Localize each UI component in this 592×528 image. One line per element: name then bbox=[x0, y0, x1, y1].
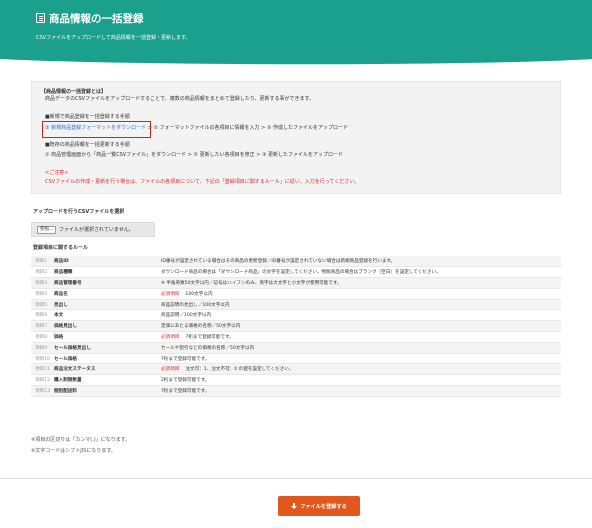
rules-heading: 登録項目に関するルール bbox=[33, 245, 89, 251]
info-intro: 商品データのCSVファイルをアップロードすることで、複数の商品情報をまとめて登録… bbox=[45, 96, 315, 102]
file-input[interactable]: 参照... ファイルが選択されていません。 bbox=[31, 222, 155, 237]
rule-description-cell: ダウンロード商品の場合は「ダウンロード商品」の文字を設定してください。物販商品の… bbox=[161, 266, 561, 279]
rule-number: 項目5 bbox=[31, 299, 54, 311]
rule-number: 項目7 bbox=[31, 320, 54, 333]
existing-procedure-steps: ① 商品管理画面から「商品一覧CSVファイル」をダウンロード > ② 更新したい… bbox=[45, 152, 344, 158]
footer-divider bbox=[0, 478, 592, 479]
rule-number: 項目11 bbox=[31, 363, 54, 376]
rule-description-cell: 2桁まで登録可能です。 bbox=[161, 374, 561, 387]
rule-description-cell: 7桁まで登録可能です。 bbox=[161, 385, 561, 397]
rule-description: 7桁まで登録可能です。 bbox=[161, 356, 210, 362]
rule-description-cell: セールや割引などの価格の名称／50文字以内 bbox=[161, 342, 561, 354]
rule-number: 項目4 bbox=[31, 288, 54, 300]
rule-description-cell: ※ 半角英数50文字以内／記号はハイフンのみ、英字は大文字と小文字が使用可能です… bbox=[161, 277, 561, 289]
new-procedure-next-steps: > ② フォーマットファイルの各項目に情報を入力 > ③ 作成したファイルをアッ… bbox=[147, 125, 348, 131]
rule-description: 商品説明の見出し／100文字以内 bbox=[161, 302, 230, 308]
caution-heading: <ご注意> bbox=[45, 170, 69, 176]
encoding-note: ※文字コードはシフトJISになります。 bbox=[31, 448, 116, 454]
browse-button[interactable]: 参照... bbox=[37, 226, 56, 234]
rule-description: 7桁まで登録可能です。 bbox=[185, 334, 234, 340]
rule-description: ※ 半角英数50文字以内／記号はハイフンのみ、英字は大文字と小文字が使用可能です… bbox=[161, 280, 342, 286]
rule-number: 項目8 bbox=[31, 331, 54, 343]
upload-label: アップロードを行うCSVファイルを選択 bbox=[33, 209, 125, 215]
rule-number: 項目9 bbox=[31, 342, 54, 354]
header-wave-divider bbox=[0, 56, 592, 66]
table-row: 項目1 商品ID ID番号が設定されている場合はその商品の更新登録／ID番号が設定さ… bbox=[31, 256, 561, 268]
rule-field-name: 商品名 bbox=[54, 288, 161, 300]
rule-description-cell: ID番号が設定されている場合はその商品の更新登録／ID番号が設定されていない場合… bbox=[161, 256, 561, 268]
rule-field-name: 本文 bbox=[54, 309, 161, 322]
table-row: 項目9 セール価格見出し セールや割引などの価格の名称／50文字以内 bbox=[31, 342, 561, 354]
file-status: ファイルが選択されていません。 bbox=[59, 227, 134, 233]
rule-field-name: 商品種類 bbox=[54, 266, 161, 279]
required-badge: 必須項目 bbox=[161, 291, 180, 297]
page-title: 商品情報の一括登録 bbox=[49, 13, 144, 25]
rule-field-name: 価格見出し bbox=[54, 320, 161, 333]
table-row: 項目4 商品名 必須項目 100文字以内 bbox=[31, 288, 561, 300]
rule-description-cell: 商品説明の見出し／100文字以内 bbox=[161, 299, 561, 311]
rule-description: ID番号が設定されている場合はその商品の更新登録／ID番号が設定されていない場合… bbox=[161, 259, 396, 265]
rule-number: 項目2 bbox=[31, 266, 54, 279]
rule-description: 注文可：1、注文不可：0 の値を設定してください。 bbox=[185, 367, 294, 373]
rule-description: 定価にあたる価格の名称／50文字以内 bbox=[161, 324, 241, 330]
rule-description-cell: 必須項目 注文可：1、注文不可：0 の値を設定してください。 bbox=[161, 363, 561, 376]
rule-description: 7桁まで登録可能です。 bbox=[161, 388, 210, 394]
table-row: 項目8 価格 必須項目 7桁まで登録可能です。 bbox=[31, 331, 561, 343]
new-procedure-heading: ■新規で商品登録を一括登録する手順 bbox=[45, 114, 130, 120]
required-badge: 必須項目 bbox=[161, 367, 180, 373]
rule-field-name: 商品ID bbox=[54, 256, 161, 268]
rule-field-name: 商品注文ステータス bbox=[54, 363, 161, 376]
rules-table: 項目1 商品ID ID番号が設定されている場合はその商品の更新登録／ID番号が設定さ… bbox=[31, 256, 561, 397]
page-header: 商品情報の一括登録 CSVファイルをアップロードして商品情報を一括登録・更新しま… bbox=[0, 0, 592, 66]
rule-field-name: 見出し bbox=[54, 299, 161, 311]
table-row: 項目7 価格見出し 定価にあたる価格の名称／50文字以内 bbox=[31, 320, 561, 333]
caution-text: CSVファイルの作成・更新を行う場合は、ファイルの各項目について、下記の「登録項… bbox=[45, 179, 360, 185]
rule-description: 2桁まで登録可能です。 bbox=[161, 378, 210, 384]
rule-description-cell: 必須項目 100文字以内 bbox=[161, 288, 561, 300]
submit-file-button[interactable]: ファイルを登録する bbox=[278, 496, 360, 516]
rule-description-cell: 必須項目 7桁まで登録可能です。 bbox=[161, 331, 561, 343]
rule-number: 項目6 bbox=[31, 309, 54, 322]
table-row: 項目12 購入制限数量 2桁まで登録可能です。 bbox=[31, 374, 561, 387]
table-row: 項目5 見出し 商品説明の見出し／100文字以内 bbox=[31, 299, 561, 311]
page-subtitle: CSVファイルをアップロードして商品情報を一括登録・更新します。 bbox=[36, 35, 191, 41]
rule-field-name: 個別配送料 bbox=[54, 385, 161, 397]
rule-description-cell: 7桁まで登録可能です。 bbox=[161, 353, 561, 365]
rule-description: 商品説明／100文字以内 bbox=[161, 313, 212, 319]
download-icon bbox=[291, 503, 298, 509]
rule-number: 項目12 bbox=[31, 374, 54, 387]
required-badge: 必須項目 bbox=[161, 334, 180, 340]
table-row: 項目2 商品種類 ダウンロード商品の場合は「ダウンロード商品」の文字を設定してくださ… bbox=[31, 266, 561, 279]
table-row: 項目10 セール価格 7桁まで登録可能です。 bbox=[31, 353, 561, 365]
document-list-icon bbox=[36, 13, 45, 23]
table-row: 項目11 商品注文ステータス 必須項目 注文可：1、注文不可：0 の値を設定してくださ… bbox=[31, 363, 561, 376]
rule-number: 項目10 bbox=[31, 353, 54, 365]
rule-description: セールや割引などの価格の名称／50文字以内 bbox=[161, 345, 255, 351]
rule-number: 項目1 bbox=[31, 256, 54, 268]
rule-description: ダウンロード商品の場合は「ダウンロード商品」の文字を設定してください。物販商品の… bbox=[161, 270, 441, 276]
delimiter-note: ※項目の区切りは「カンマ(,)」になります。 bbox=[31, 437, 131, 443]
table-row: 項目3 商品管理番号 ※ 半角英数50文字以内／記号はハイフンのみ、英字は大文字と小… bbox=[31, 277, 561, 289]
submit-label: ファイルを登録する bbox=[300, 503, 347, 510]
rule-number: 項目3 bbox=[31, 277, 54, 289]
rule-number: 項目13 bbox=[31, 385, 54, 397]
rule-field-name: 商品管理番号 bbox=[54, 277, 161, 289]
highlight-frame bbox=[42, 121, 151, 138]
rule-description-cell: 商品説明／100文字以内 bbox=[161, 309, 561, 322]
table-row: 項目6 本文 商品説明／100文字以内 bbox=[31, 309, 561, 322]
rule-field-name: セール価格見出し bbox=[54, 342, 161, 354]
rule-description-cell: 定価にあたる価格の名称／50文字以内 bbox=[161, 320, 561, 333]
rule-description: 100文字以内 bbox=[185, 291, 213, 297]
table-row: 項目13 個別配送料 7桁まで登録可能です。 bbox=[31, 385, 561, 397]
rule-field-name: 購入制限数量 bbox=[54, 374, 161, 387]
rule-field-name: セール価格 bbox=[54, 353, 161, 365]
rule-field-name: 価格 bbox=[54, 331, 161, 343]
existing-procedure-heading: ■既存の商品情報を一括更新する手順 bbox=[45, 142, 130, 148]
info-heading: 【商品情報の一括登録とは】 bbox=[41, 89, 107, 95]
